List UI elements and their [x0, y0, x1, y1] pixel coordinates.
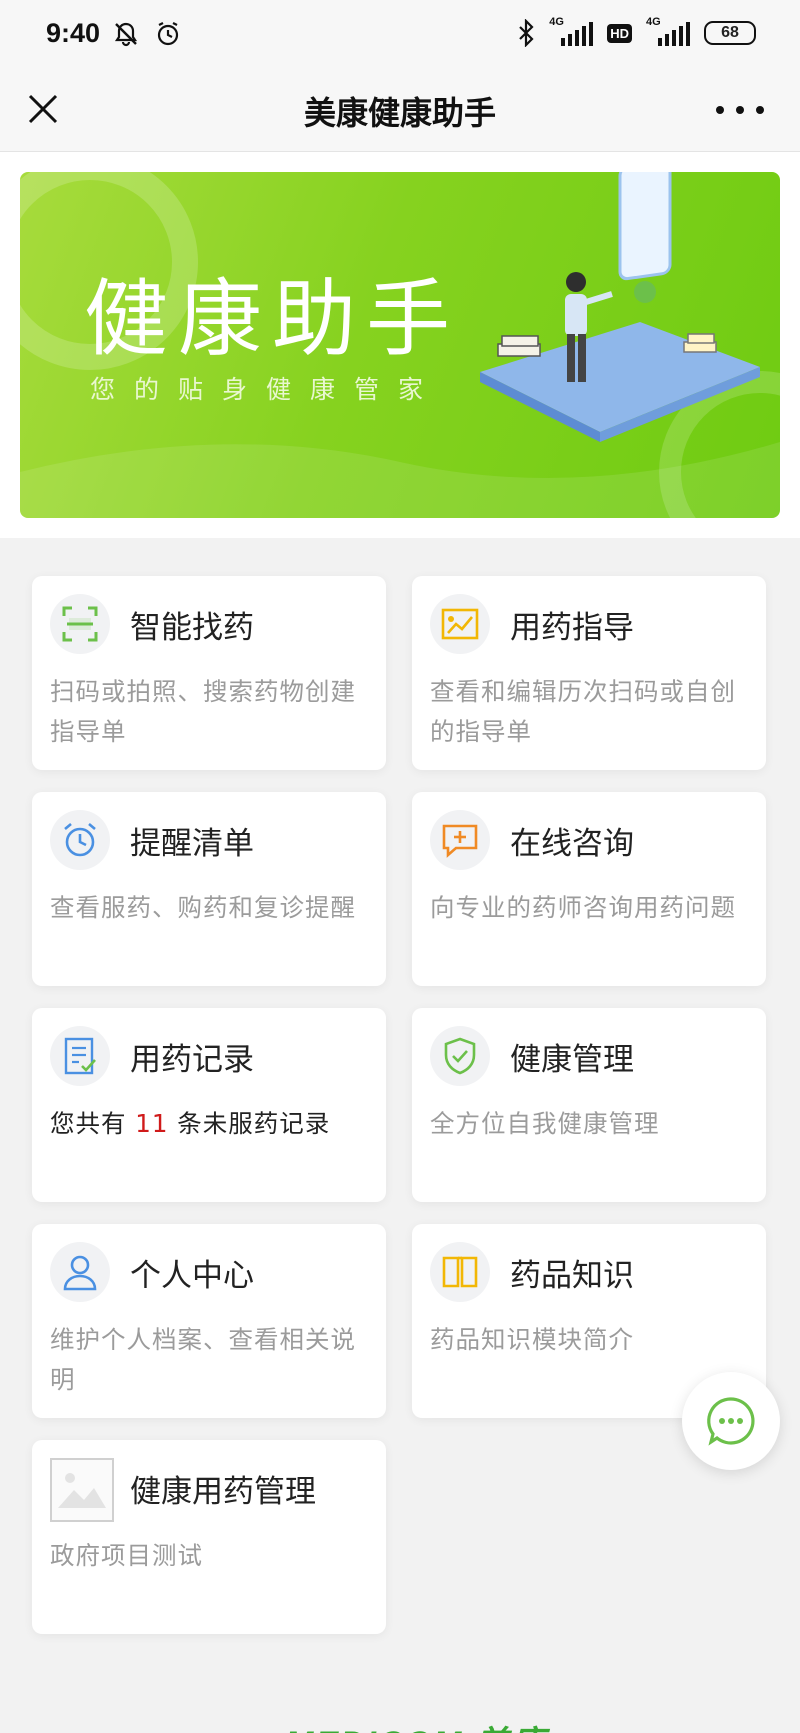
- battery-icon: 68: [704, 21, 756, 45]
- status-time: 9:40: [46, 18, 101, 48]
- card-health-management[interactable]: 健康管理 全方位自我健康管理: [412, 1008, 766, 1202]
- alarm-icon: [157, 22, 179, 46]
- card-title: 健康用药管理: [130, 1474, 316, 1510]
- card-icon-wrap: [430, 1026, 490, 1086]
- card-description: 全方位自我健康管理: [430, 1109, 660, 1138]
- alarm-clock-icon: [64, 823, 96, 857]
- banner-section: 健康助手 您的贴身健康管家: [0, 152, 800, 538]
- chat-plus-icon: [442, 824, 478, 858]
- card-description: 扫码或拍照、搜索药物创建指导单: [50, 677, 356, 746]
- unrecorded-count: 11: [135, 1109, 169, 1138]
- battery-level: 68: [721, 24, 739, 41]
- book-icon: [442, 1256, 478, 1288]
- card-smart-find-medicine[interactable]: 智能找药 扫码或拍照、搜索药物创建指导单: [32, 576, 386, 770]
- user-icon: [63, 1255, 97, 1291]
- card-description: 您共有 11 条未服药记录: [50, 1104, 368, 1144]
- card-personal-center[interactable]: 个人中心 维护个人档案、查看相关说明: [32, 1224, 386, 1418]
- card-title: 智能找药: [130, 610, 254, 646]
- more-dot-icon: [716, 106, 724, 114]
- record-suffix: 条未服药记录: [177, 1109, 331, 1138]
- more-dot-icon: [736, 106, 744, 114]
- card-description: 查看服药、购药和复诊提醒: [50, 893, 356, 922]
- card-icon-wrap: [50, 594, 110, 654]
- card-health-medication-management[interactable]: 健康用药管理 政府项目测试: [32, 1440, 386, 1634]
- shield-check-icon: [444, 1037, 476, 1075]
- card-title: 药品知识: [510, 1258, 634, 1294]
- card-medication-record[interactable]: 用药记录 您共有 11 条未服药记录: [32, 1008, 386, 1202]
- card-description: 查看和编辑历次扫码或自创的指导单: [430, 677, 736, 746]
- card-title: 在线咨询: [510, 826, 634, 862]
- card-description: 向专业的药师咨询用药问题: [430, 893, 736, 922]
- checklist-icon: [64, 1037, 96, 1075]
- signal-2-icon: 4G: [646, 16, 690, 48]
- card-icon-wrap: [50, 1026, 110, 1086]
- card-medication-guide[interactable]: 用药指导 查看和编辑历次扫码或自创的指导单: [412, 576, 766, 770]
- card-icon-wrap: [50, 810, 110, 870]
- chat-float-button[interactable]: [682, 1372, 780, 1470]
- card-title: 用药指导: [510, 610, 634, 646]
- card-title: 用药记录: [130, 1042, 254, 1078]
- record-prefix: 您共有: [50, 1109, 127, 1138]
- card-title: 提醒清单: [130, 826, 254, 862]
- card-title: 健康管理: [510, 1042, 634, 1078]
- card-icon-wrap: [430, 1242, 490, 1302]
- chat-bubble-icon: [707, 1397, 755, 1446]
- card-icon-wrap: [430, 594, 490, 654]
- banner-subtitle: 您的贴身健康管家: [90, 375, 443, 404]
- feature-grid: 智能找药 扫码或拍照、搜索药物创建指导单 用药指导 查看和编辑历次扫码或自创的指…: [0, 538, 800, 1688]
- guide-icon: [441, 608, 479, 640]
- card-description: 维护个人档案、查看相关说明: [50, 1325, 356, 1394]
- medicom-logo: MEDICOM 美康: [285, 1716, 547, 1733]
- hd-badge: HD: [607, 23, 632, 43]
- signal-1-icon: 4G: [549, 16, 594, 48]
- banner-title: 健康助手: [84, 270, 461, 368]
- mute-notification-icon: [114, 22, 138, 47]
- page-title: 美康健康助手: [303, 94, 496, 132]
- title-bar: 美康健康助手: [0, 70, 800, 152]
- more-menu-button[interactable]: [716, 92, 764, 128]
- card-title: 个人中心: [130, 1258, 254, 1294]
- bluetooth-icon: [519, 19, 534, 47]
- card-online-consult[interactable]: 在线咨询 向专业的药师咨询用药问题: [412, 792, 766, 986]
- card-description: 药品知识模块简介: [430, 1325, 634, 1354]
- card-icon-wrap: [50, 1242, 110, 1302]
- scan-icon: [62, 606, 98, 642]
- banner[interactable]: 健康助手 您的贴身健康管家: [20, 172, 780, 518]
- more-dot-icon: [756, 106, 764, 114]
- status-bar: 9:40 4G HD 4G 68: [0, 0, 800, 70]
- card-icon-wrap: [430, 810, 490, 870]
- card-description: 政府项目测试: [50, 1541, 203, 1570]
- card-reminder-list[interactable]: 提醒清单 查看服药、购药和复诊提醒: [32, 792, 386, 986]
- image-placeholder-icon: [50, 1458, 114, 1522]
